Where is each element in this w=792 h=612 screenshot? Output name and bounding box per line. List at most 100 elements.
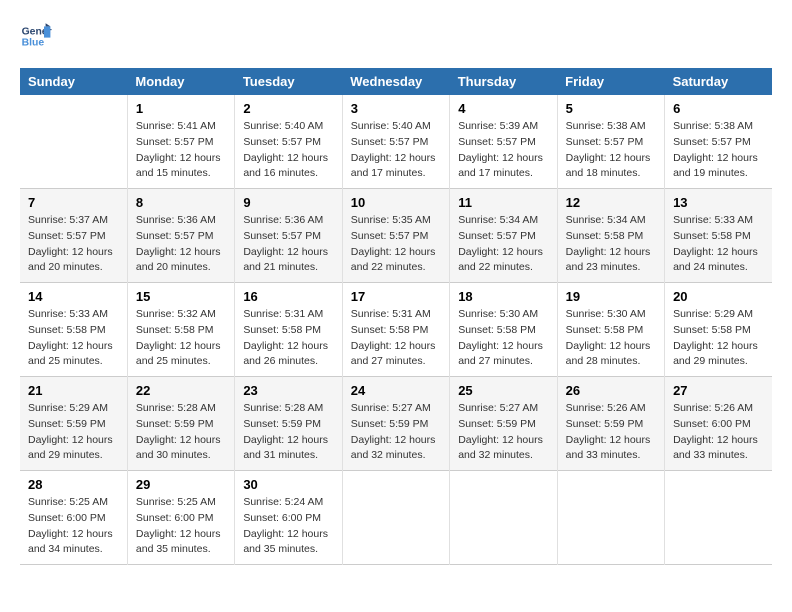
day-info: Sunrise: 5:33 AMSunset: 5:58 PMDaylight:… xyxy=(28,307,119,370)
day-info: Sunrise: 5:30 AMSunset: 5:58 PMDaylight:… xyxy=(458,307,548,370)
day-info: Sunrise: 5:26 AMSunset: 6:00 PMDaylight:… xyxy=(673,401,764,464)
day-number: 18 xyxy=(458,289,548,304)
week-row-3: 14 Sunrise: 5:33 AMSunset: 5:58 PMDayligh… xyxy=(20,283,772,377)
day-info: Sunrise: 5:38 AMSunset: 5:57 PMDaylight:… xyxy=(673,119,764,182)
day-info: Sunrise: 5:24 AMSunset: 6:00 PMDaylight:… xyxy=(243,495,333,558)
calendar-cell xyxy=(557,471,664,565)
calendar-cell: 29 Sunrise: 5:25 AMSunset: 6:00 PMDayligh… xyxy=(127,471,234,565)
calendar-cell: 19 Sunrise: 5:30 AMSunset: 5:58 PMDayligh… xyxy=(557,283,664,377)
day-info: Sunrise: 5:36 AMSunset: 5:57 PMDaylight:… xyxy=(136,213,226,276)
day-number: 24 xyxy=(351,383,441,398)
week-row-5: 28 Sunrise: 5:25 AMSunset: 6:00 PMDayligh… xyxy=(20,471,772,565)
day-info: Sunrise: 5:30 AMSunset: 5:58 PMDaylight:… xyxy=(566,307,656,370)
day-info: Sunrise: 5:36 AMSunset: 5:57 PMDaylight:… xyxy=(243,213,333,276)
calendar-cell: 16 Sunrise: 5:31 AMSunset: 5:58 PMDayligh… xyxy=(235,283,342,377)
day-number: 21 xyxy=(28,383,119,398)
column-header-monday: Monday xyxy=(127,68,234,95)
calendar-cell: 28 Sunrise: 5:25 AMSunset: 6:00 PMDayligh… xyxy=(20,471,127,565)
day-number: 17 xyxy=(351,289,441,304)
page-header: General Blue xyxy=(20,20,772,52)
day-number: 3 xyxy=(351,101,441,116)
calendar-cell: 9Sunrise: 5:36 AMSunset: 5:57 PMDaylight… xyxy=(235,189,342,283)
day-number: 8 xyxy=(136,195,226,210)
calendar-cell: 10 Sunrise: 5:35 AMSunset: 5:57 PMDayligh… xyxy=(342,189,449,283)
calendar-cell: 20Sunrise: 5:29 AMSunset: 5:58 PMDayligh… xyxy=(665,283,772,377)
day-info: Sunrise: 5:35 AMSunset: 5:57 PMDaylight:… xyxy=(351,213,441,276)
day-info: Sunrise: 5:27 AMSunset: 5:59 PMDaylight:… xyxy=(458,401,548,464)
day-info: Sunrise: 5:41 AMSunset: 5:57 PMDaylight:… xyxy=(136,119,226,182)
column-header-saturday: Saturday xyxy=(665,68,772,95)
day-info: Sunrise: 5:25 AMSunset: 6:00 PMDaylight:… xyxy=(28,495,119,558)
column-header-friday: Friday xyxy=(557,68,664,95)
calendar-cell: 22Sunrise: 5:28 AMSunset: 5:59 PMDayligh… xyxy=(127,377,234,471)
calendar-cell: 26Sunrise: 5:26 AMSunset: 5:59 PMDayligh… xyxy=(557,377,664,471)
day-info: Sunrise: 5:26 AMSunset: 5:59 PMDaylight:… xyxy=(566,401,656,464)
calendar-body: 1 Sunrise: 5:41 AMSunset: 5:57 PMDaylight… xyxy=(20,95,772,565)
day-number: 14 xyxy=(28,289,119,304)
calendar-cell: 7 Sunrise: 5:37 AMSunset: 5:57 PMDaylight… xyxy=(20,189,127,283)
day-info: Sunrise: 5:32 AMSunset: 5:58 PMDaylight:… xyxy=(136,307,226,370)
logo-icon: General Blue xyxy=(20,20,52,52)
calendar-cell: 25 Sunrise: 5:27 AMSunset: 5:59 PMDayligh… xyxy=(450,377,557,471)
calendar-cell: 6 Sunrise: 5:38 AMSunset: 5:57 PMDaylight… xyxy=(665,95,772,189)
day-info: Sunrise: 5:33 AMSunset: 5:58 PMDaylight:… xyxy=(673,213,764,276)
calendar-cell xyxy=(342,471,449,565)
calendar-cell: 11 Sunrise: 5:34 AMSunset: 5:57 PMDayligh… xyxy=(450,189,557,283)
calendar-cell: 30Sunrise: 5:24 AMSunset: 6:00 PMDayligh… xyxy=(235,471,342,565)
calendar-cell: 14 Sunrise: 5:33 AMSunset: 5:58 PMDayligh… xyxy=(20,283,127,377)
day-info: Sunrise: 5:34 AMSunset: 5:57 PMDaylight:… xyxy=(458,213,548,276)
day-number: 27 xyxy=(673,383,764,398)
day-number: 15 xyxy=(136,289,226,304)
week-row-4: 21 Sunrise: 5:29 AMSunset: 5:59 PMDayligh… xyxy=(20,377,772,471)
day-number: 22 xyxy=(136,383,226,398)
calendar-cell: 27 Sunrise: 5:26 AMSunset: 6:00 PMDayligh… xyxy=(665,377,772,471)
day-info: Sunrise: 5:28 AMSunset: 5:59 PMDaylight:… xyxy=(243,401,333,464)
week-row-1: 1 Sunrise: 5:41 AMSunset: 5:57 PMDaylight… xyxy=(20,95,772,189)
calendar-cell: 13 Sunrise: 5:33 AMSunset: 5:58 PMDayligh… xyxy=(665,189,772,283)
column-header-thursday: Thursday xyxy=(450,68,557,95)
calendar-cell xyxy=(20,95,127,189)
day-number: 10 xyxy=(351,195,441,210)
day-number: 25 xyxy=(458,383,548,398)
column-header-sunday: Sunday xyxy=(20,68,127,95)
logo: General Blue xyxy=(20,20,52,52)
calendar-cell: 15 Sunrise: 5:32 AMSunset: 5:58 PMDayligh… xyxy=(127,283,234,377)
day-number: 4 xyxy=(458,101,548,116)
day-number: 29 xyxy=(136,477,226,492)
calendar-cell: 23 Sunrise: 5:28 AMSunset: 5:59 PMDayligh… xyxy=(235,377,342,471)
calendar-cell: 18 Sunrise: 5:30 AMSunset: 5:58 PMDayligh… xyxy=(450,283,557,377)
day-info: Sunrise: 5:40 AMSunset: 5:57 PMDaylight:… xyxy=(243,119,333,182)
day-info: Sunrise: 5:40 AMSunset: 5:57 PMDaylight:… xyxy=(351,119,441,182)
day-number: 11 xyxy=(458,195,548,210)
calendar-cell: 8 Sunrise: 5:36 AMSunset: 5:57 PMDaylight… xyxy=(127,189,234,283)
day-number: 12 xyxy=(566,195,656,210)
calendar-table: SundayMondayTuesdayWednesdayThursdayFrid… xyxy=(20,68,772,565)
day-info: Sunrise: 5:34 AMSunset: 5:58 PMDaylight:… xyxy=(566,213,656,276)
day-number: 16 xyxy=(243,289,333,304)
day-number: 19 xyxy=(566,289,656,304)
column-header-tuesday: Tuesday xyxy=(235,68,342,95)
calendar-cell: 12 Sunrise: 5:34 AMSunset: 5:58 PMDayligh… xyxy=(557,189,664,283)
calendar-cell: 21 Sunrise: 5:29 AMSunset: 5:59 PMDayligh… xyxy=(20,377,127,471)
calendar-cell: 17 Sunrise: 5:31 AMSunset: 5:58 PMDayligh… xyxy=(342,283,449,377)
day-number: 1 xyxy=(136,101,226,116)
day-info: Sunrise: 5:31 AMSunset: 5:58 PMDaylight:… xyxy=(243,307,333,370)
calendar-cell: 24 Sunrise: 5:27 AMSunset: 5:59 PMDayligh… xyxy=(342,377,449,471)
day-number: 2 xyxy=(243,101,333,116)
day-info: Sunrise: 5:31 AMSunset: 5:58 PMDaylight:… xyxy=(351,307,441,370)
day-info: Sunrise: 5:27 AMSunset: 5:59 PMDaylight:… xyxy=(351,401,441,464)
day-number: 7 xyxy=(28,195,119,210)
day-info: Sunrise: 5:37 AMSunset: 5:57 PMDaylight:… xyxy=(28,213,119,276)
column-header-wednesday: Wednesday xyxy=(342,68,449,95)
day-number: 6 xyxy=(673,101,764,116)
day-info: Sunrise: 5:29 AMSunset: 5:59 PMDaylight:… xyxy=(28,401,119,464)
day-info: Sunrise: 5:39 AMSunset: 5:57 PMDaylight:… xyxy=(458,119,548,182)
calendar-cell: 3 Sunrise: 5:40 AMSunset: 5:57 PMDaylight… xyxy=(342,95,449,189)
day-info: Sunrise: 5:25 AMSunset: 6:00 PMDaylight:… xyxy=(136,495,226,558)
calendar-cell xyxy=(665,471,772,565)
day-number: 28 xyxy=(28,477,119,492)
day-number: 23 xyxy=(243,383,333,398)
week-row-2: 7 Sunrise: 5:37 AMSunset: 5:57 PMDaylight… xyxy=(20,189,772,283)
day-number: 13 xyxy=(673,195,764,210)
calendar-cell: 2 Sunrise: 5:40 AMSunset: 5:57 PMDaylight… xyxy=(235,95,342,189)
